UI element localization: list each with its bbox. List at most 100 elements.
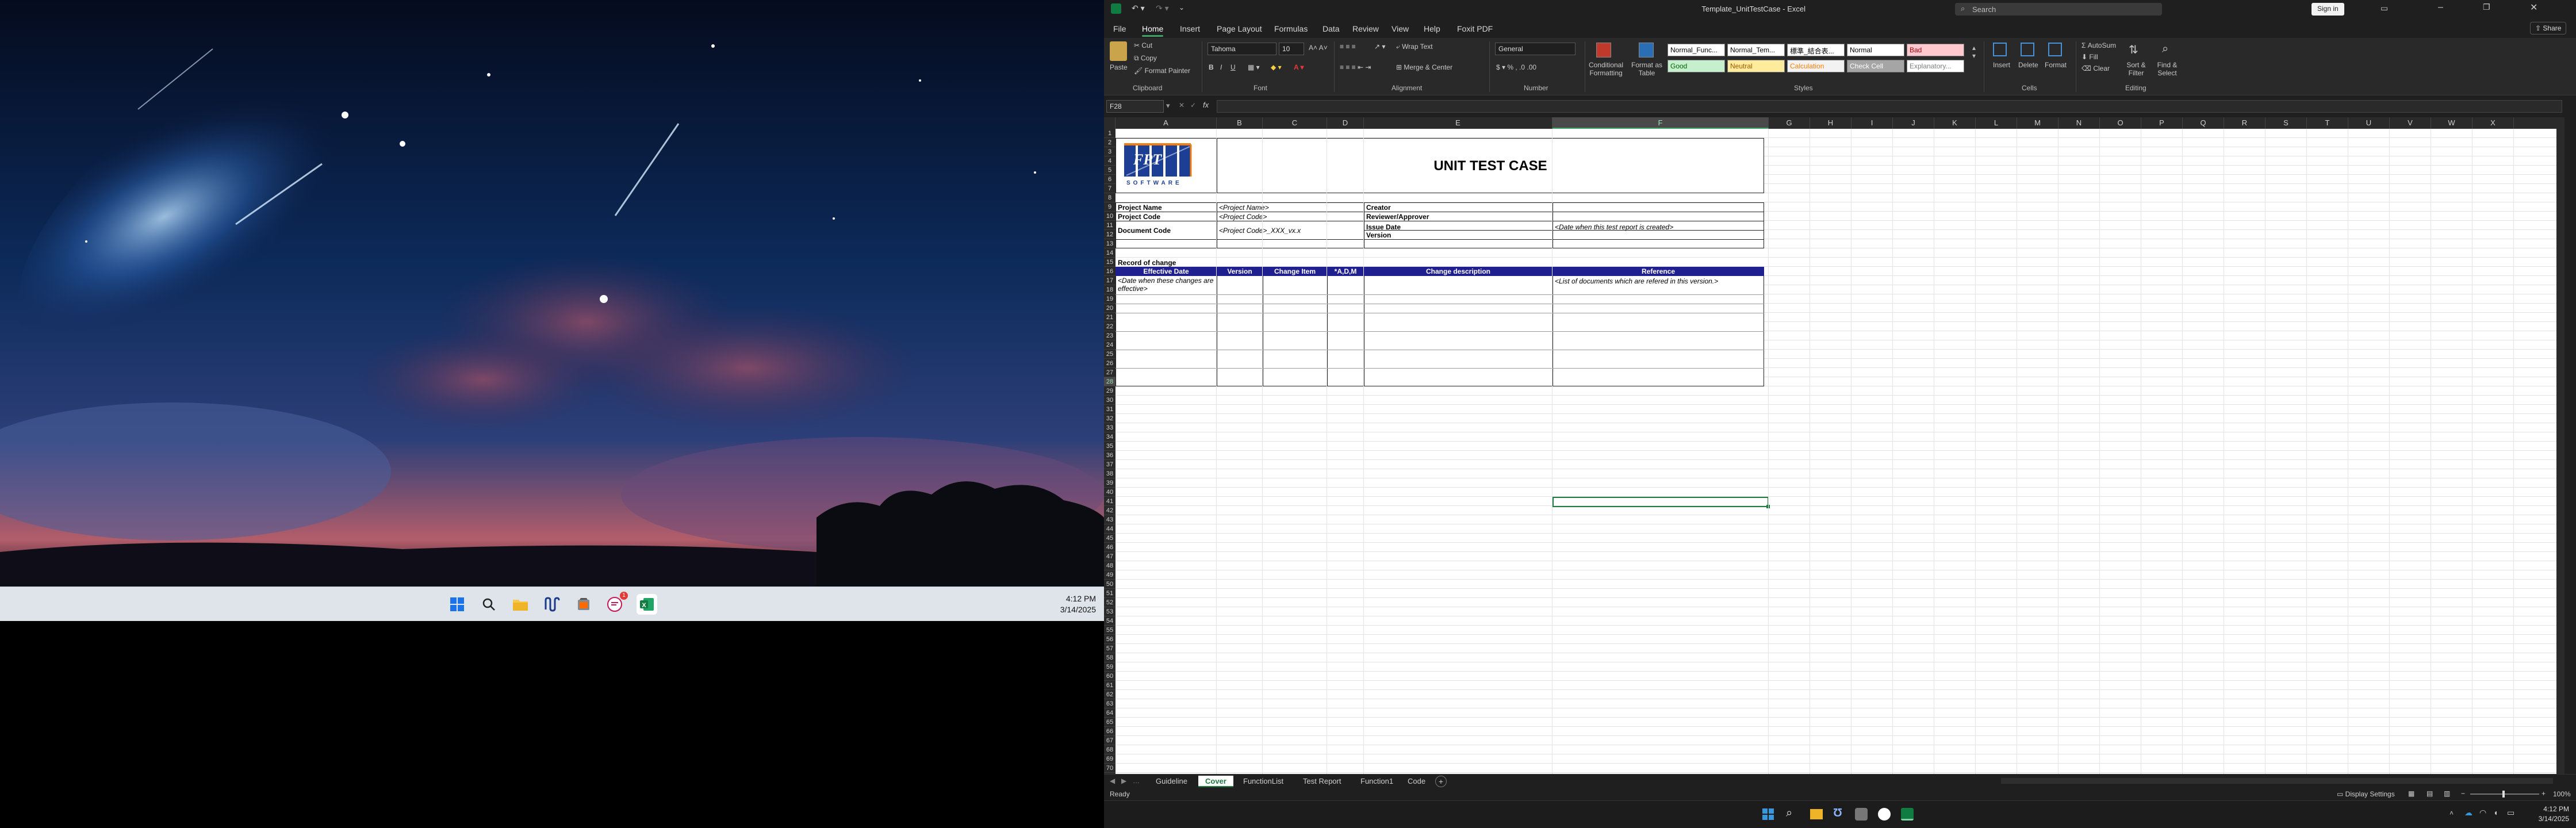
column-header[interactable]: R [2224,117,2266,129]
row-header[interactable]: 8 [1104,193,1116,202]
sheet-tab-functionlist[interactable]: FunctionList [1236,776,1290,787]
fill-color-icon[interactable]: ◆ ▾ [1271,63,1282,71]
tab-page-layout[interactable]: Page Layout [1217,24,1262,33]
row-header[interactable]: 50 [1104,580,1116,589]
row-header[interactable]: 20 [1104,304,1116,313]
column-header[interactable]: I [1851,117,1893,129]
column-header[interactable]: X [2472,117,2514,129]
row-header[interactable]: 16 [1104,267,1116,276]
column-header[interactable]: T [2307,117,2348,129]
sheet-tab-guideline[interactable]: Guideline [1149,776,1194,787]
font-size-select[interactable]: 10 [1279,43,1304,55]
cell-style-option[interactable]: Good [1667,60,1725,72]
taskbar-clock[interactable]: 4:12 PM 3/14/2025 [1060,593,1096,615]
paste-icon[interactable] [1110,41,1127,61]
column-header[interactable]: P [2141,117,2183,129]
row-header[interactable]: 70 [1104,764,1116,773]
row-header[interactable]: 34 [1104,432,1116,442]
row-header[interactable]: 57 [1104,644,1116,653]
excel-icon[interactable] [1901,808,1914,821]
row-header[interactable]: 37 [1104,460,1116,469]
row-header[interactable]: 17 [1104,276,1116,285]
vertical-scrollbar[interactable] [2556,129,2564,774]
minimize-icon[interactable]: – [2438,2,2443,13]
row-header[interactable]: 36 [1104,451,1116,460]
wrap-text-button[interactable]: ⤶ Wrap Text [1396,43,1433,51]
name-box-dropdown-icon[interactable]: ▾ [1166,101,1170,110]
column-header[interactable]: G [1769,117,1810,129]
row-header[interactable]: 5 [1104,166,1116,175]
chat-app-icon[interactable] [1878,808,1891,821]
row-header[interactable]: 29 [1104,386,1116,396]
format-painter-button[interactable]: 🖌 Format Painter [1134,67,1190,75]
column-header[interactable]: D [1327,117,1364,129]
row-header[interactable]: 28 [1104,377,1116,386]
row-header[interactable]: 54 [1104,616,1116,626]
font-color-icon[interactable]: A ▾ [1294,63,1304,71]
column-header[interactable]: S [2266,117,2307,129]
format-as-table-button[interactable]: Format as Table [1631,61,1663,77]
paste-button[interactable]: Paste [1110,63,1128,71]
horizontal-scrollbar[interactable] [2001,778,2553,784]
zoom-level[interactable]: 100% [2553,790,2571,798]
excel-icon[interactable]: X [637,594,657,615]
row-header[interactable]: 3 [1104,147,1116,156]
sheet-tab-code[interactable]: Code [1401,776,1432,787]
row-header[interactable]: 13 [1104,239,1116,248]
row-header[interactable]: 23 [1104,331,1116,340]
column-header[interactable]: H [1810,117,1851,129]
search-icon[interactable] [478,594,499,615]
chat-app-icon[interactable]: 1 [605,592,628,615]
search-icon[interactable]: ⌕ [1786,807,1792,820]
conditional-formatting-icon[interactable] [1596,43,1611,57]
delete-cells-button[interactable]: Delete [2018,61,2038,69]
row-header[interactable]: 26 [1104,359,1116,368]
enter-icon[interactable]: ✓ [1190,101,1196,109]
find-select-button[interactable]: Find & Select [2153,61,2182,77]
notion-icon[interactable]: Ʊ [1833,807,1842,820]
file-explorer-icon[interactable] [510,594,531,615]
selected-cell[interactable] [1552,497,1769,507]
tray-overflow-icon[interactable]: ˄ [2450,809,2454,817]
zoom-out-icon[interactable]: − [2461,789,2465,798]
tab-foxit-pdf[interactable]: Foxit PDF [1457,24,1493,33]
row-header[interactable]: 40 [1104,488,1116,497]
number-format-select[interactable]: General [1495,43,1575,55]
cut-button[interactable]: ✂ Cut [1134,41,1152,49]
close-icon[interactable]: ✕ [2530,2,2537,13]
cell-style-option[interactable]: Normal_Tem... [1727,44,1785,56]
sign-in-button[interactable]: Sign in [2312,3,2344,16]
merge-center-button[interactable]: ⊞ Merge & Center [1396,63,1452,71]
name-box[interactable]: F28 [1106,100,1164,113]
row-header[interactable]: 49 [1104,570,1116,580]
sheet-tab-test-report[interactable]: Test Report [1296,776,1348,787]
copy-button[interactable]: ⧉ Copy [1134,54,1157,63]
cell-style-option[interactable]: Check Cell [1847,60,1904,72]
column-header[interactable]: O [2100,117,2141,129]
cell-style-option[interactable]: Bad [1907,44,1964,56]
autosum-button[interactable]: Σ AutoSum [2082,41,2116,49]
row-header[interactable]: 42 [1104,506,1116,515]
row-header[interactable]: 68 [1104,745,1116,754]
formula-input[interactable] [1217,100,2562,113]
row-header[interactable]: 44 [1104,524,1116,534]
windows-start-icon[interactable] [447,594,467,615]
cell-style-option[interactable]: Neutral [1727,60,1785,72]
row-header[interactable]: 55 [1104,626,1116,635]
row-header[interactable]: 61 [1104,681,1116,690]
select-all-corner[interactable] [1104,117,1116,129]
row-header[interactable]: 63 [1104,699,1116,708]
share-button[interactable]: ⇪ Share [2530,22,2567,34]
zoom-slider-thumb[interactable] [2502,791,2505,798]
tab-home[interactable]: Home [1142,24,1164,37]
row-header[interactable]: 7 [1104,184,1116,193]
horizontal-align-icons[interactable]: ≡ ≡ ≡ ⇤ ⇥ [1340,63,1371,71]
column-header[interactable]: A [1116,117,1217,129]
row-header[interactable]: 11 [1104,221,1116,230]
row-header[interactable]: 65 [1104,718,1116,727]
row-header[interactable]: 46 [1104,543,1116,552]
row-header[interactable]: 60 [1104,672,1116,681]
row-header[interactable]: 69 [1104,754,1116,764]
underline-button[interactable]: U [1230,63,1236,71]
row-header[interactable]: 39 [1104,478,1116,488]
